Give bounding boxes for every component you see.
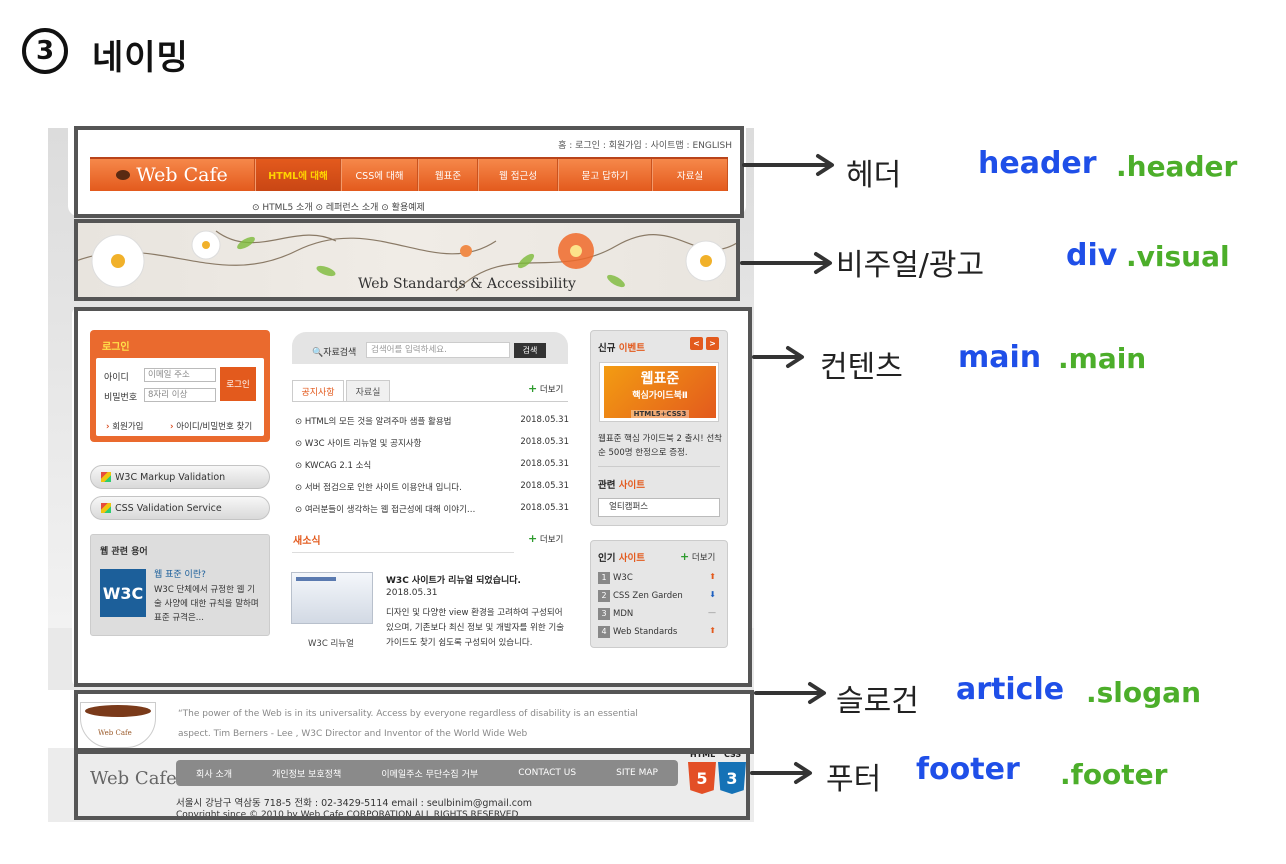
annotation-main-class: .main: [1058, 342, 1147, 375]
footer-outline: [74, 748, 750, 820]
header-arrow-icon: [742, 154, 834, 176]
header-outline: [74, 126, 744, 218]
annotation-slogan-tag: article: [956, 672, 1065, 707]
page-title: 네이밍: [92, 38, 189, 78]
visual-outline: [74, 219, 740, 301]
annotation-slogan-class: .slogan: [1086, 676, 1202, 709]
step-number-badge: 3: [22, 28, 68, 74]
annotation-header-tag: header: [978, 146, 1097, 181]
main-arrow-icon: [752, 346, 804, 368]
visual-arrow-icon: [740, 252, 832, 274]
annotation-main-ko: 컨텐츠: [820, 350, 903, 385]
annotation-visual-tag: div: [1066, 238, 1118, 273]
slogan-arrow-icon: [754, 682, 826, 704]
annotation-visual-ko: 비주얼/광고: [836, 248, 985, 283]
annotation-main-tag: main: [958, 340, 1042, 375]
annotation-header-ko: 헤더: [846, 158, 902, 193]
annotation-visual-class: .visual: [1126, 240, 1230, 273]
annotation-footer-ko: 푸터: [826, 762, 882, 797]
annotation-slogan-ko: 슬로건: [836, 684, 919, 719]
annotation-footer-tag: footer: [916, 752, 1020, 787]
slogan-outline: [74, 690, 754, 754]
annotation-footer-class: .footer: [1060, 758, 1168, 791]
annotation-header-class: .header: [1116, 150, 1238, 183]
footer-arrow-icon: [750, 762, 812, 784]
main-outline: [74, 307, 752, 687]
